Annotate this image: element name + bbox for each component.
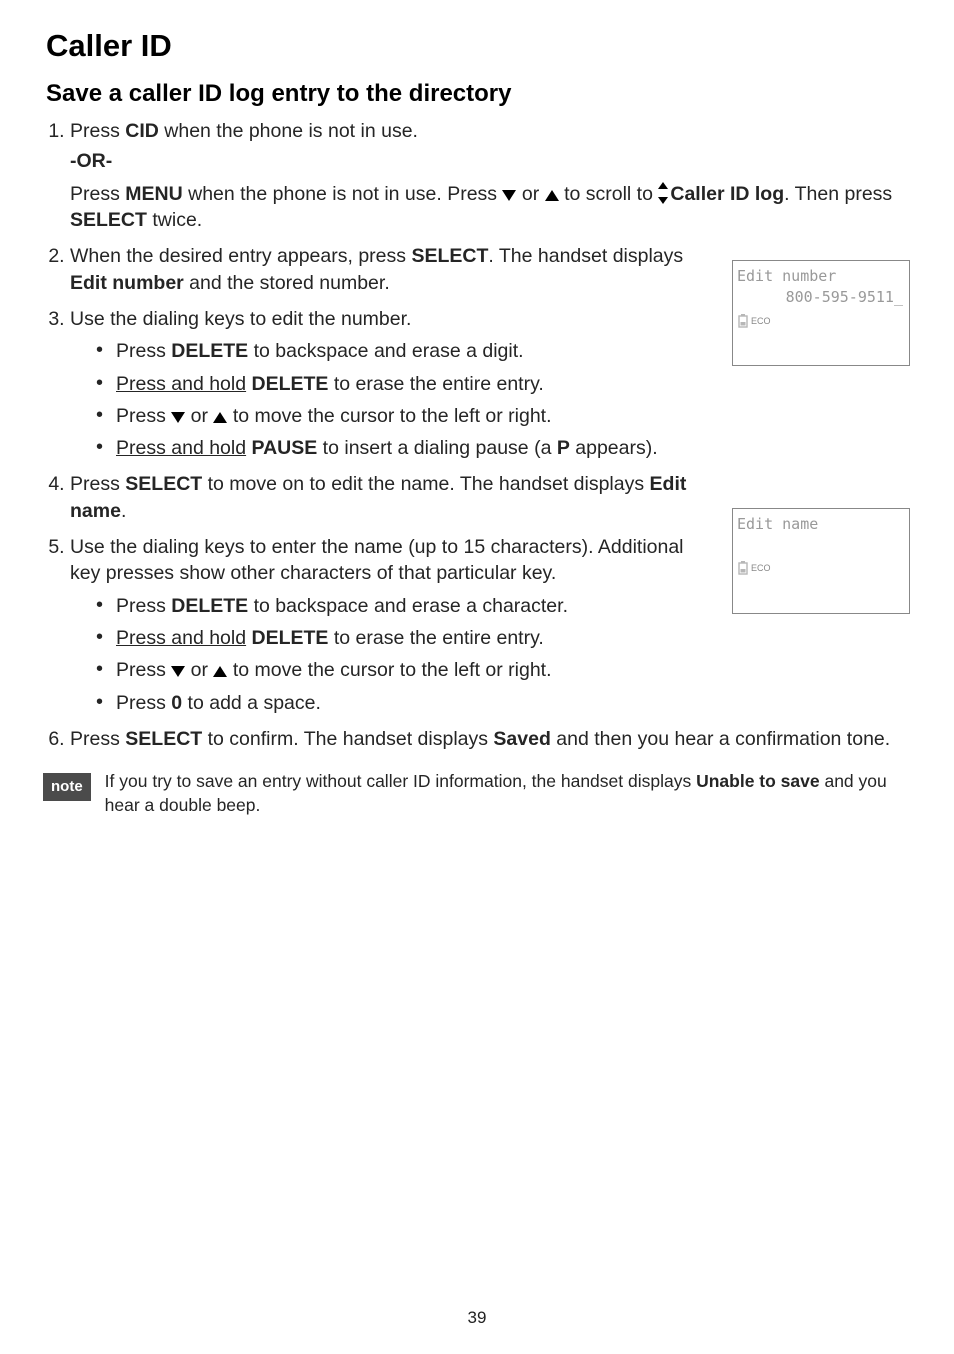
note-badge: note [43, 773, 91, 800]
page-number: 39 [0, 1308, 954, 1328]
step3-bullet3: Press or to move the cursor to the left … [94, 403, 908, 429]
step5-bullet4: Press 0 to add a space. [94, 690, 908, 716]
note-text: If you try to save an entry without call… [105, 770, 908, 817]
eco-label: ECO [751, 562, 771, 575]
screen2-line1: Edit name [737, 514, 905, 535]
step-1-alt: Press MENU when the phone is not in use.… [70, 181, 908, 234]
screen1-line2: 800-595-9511_ [737, 287, 905, 308]
note-block: note If you try to save an entry without… [43, 770, 908, 817]
step3-bullet4: Press and hold PAUSE to insert a dialing… [94, 435, 908, 461]
battery-icon [737, 561, 749, 575]
arrow-up-icon [213, 412, 227, 423]
updown-icon [658, 185, 670, 201]
step5-bullet3: Press or to move the cursor to the left … [94, 657, 908, 683]
handset-screen-edit-name: Edit name ECO [732, 508, 910, 614]
step3-bullet2: Press and hold DELETE to erase the entir… [94, 371, 908, 397]
status-row: ECO [737, 561, 905, 575]
arrow-down-icon [171, 412, 185, 423]
section-heading: Save a caller ID log entry to the direct… [46, 80, 908, 108]
arrow-down-icon [502, 190, 516, 201]
step-1: Press CID when the phone is not in use. … [70, 118, 908, 233]
battery-icon [737, 314, 749, 328]
status-row: ECO [737, 314, 905, 328]
step5-bullet2: Press and hold DELETE to erase the entir… [94, 625, 908, 651]
step-6: Press SELECT to confirm. The handset dis… [70, 726, 908, 752]
or-label: -OR- [70, 148, 908, 174]
arrow-up-icon [545, 190, 559, 201]
page-title: Caller ID [46, 28, 908, 64]
eco-label: ECO [751, 315, 771, 328]
arrow-up-icon [213, 666, 227, 677]
arrow-down-icon [171, 666, 185, 677]
screen1-line1: Edit number [737, 266, 905, 287]
handset-screen-edit-number: Edit number 800-595-9511_ ECO [732, 260, 910, 366]
